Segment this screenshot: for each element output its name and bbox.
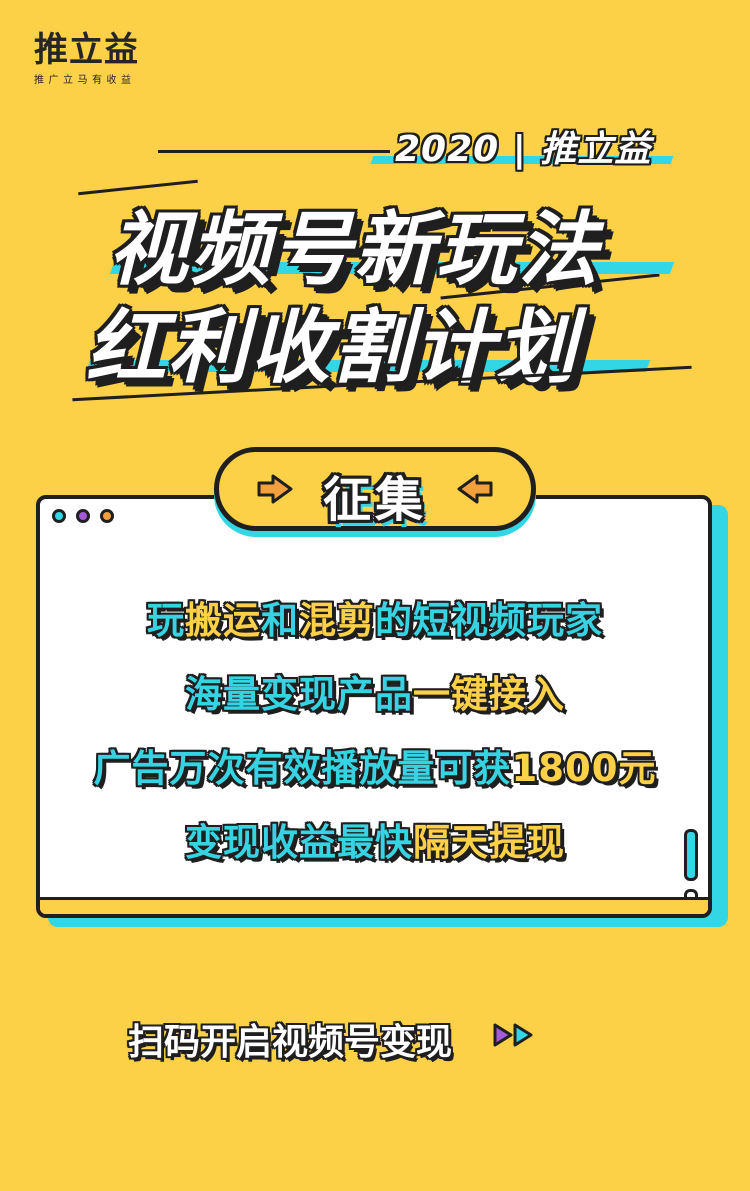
decor-line-top bbox=[158, 150, 390, 153]
card-line-2-seg-2: 一键接入 bbox=[413, 673, 565, 716]
card-line-4: 变现收益最快隔天提现 bbox=[0, 812, 750, 866]
double-play-icon bbox=[493, 1023, 533, 1047]
card-line-3: 广告万次有效播放量可获1800元 bbox=[0, 738, 750, 792]
window-dot-orange bbox=[100, 509, 114, 523]
card-line-4-seg-1: 变现收益最快 bbox=[185, 821, 413, 864]
window-dot-cyan bbox=[52, 509, 66, 523]
card-line-2: 海量变现产品一键接入 bbox=[0, 664, 750, 718]
card-line-1-seg-5: 的短视频玩家 bbox=[375, 599, 603, 642]
headline-line-2: 红利收割计划 bbox=[86, 301, 578, 394]
brand-logo: 推立益 bbox=[34, 30, 139, 70]
card-line-1-seg-3: 和 bbox=[261, 599, 299, 642]
brand-tagline: 推广立马有收益 bbox=[34, 75, 136, 86]
recruit-badge: 征集 bbox=[214, 447, 536, 531]
year-label: 2020 | 推立益 bbox=[395, 129, 652, 170]
card-line-2-seg-1: 海量变现产品 bbox=[185, 673, 413, 716]
card-line-4-seg-2: 隔天提现 bbox=[413, 821, 565, 864]
card-line-3-seg-1: 广告万次有效播放量可获 bbox=[93, 747, 512, 790]
card-line-1-seg-1: 玩 bbox=[147, 599, 185, 642]
card-bottom-strip bbox=[40, 897, 708, 914]
card-line-3-seg-2: 1800元 bbox=[511, 747, 657, 790]
arrow-left-icon bbox=[457, 474, 493, 504]
cta-text: 扫码开启视频号变现 bbox=[128, 1022, 453, 1063]
card-line-1-seg-2: 搬运 bbox=[185, 599, 261, 642]
window-dot-purple bbox=[76, 509, 90, 523]
card-line-1: 玩搬运和混剪的短视频玩家 bbox=[0, 590, 750, 644]
card-line-1-seg-4: 混剪 bbox=[299, 599, 375, 642]
